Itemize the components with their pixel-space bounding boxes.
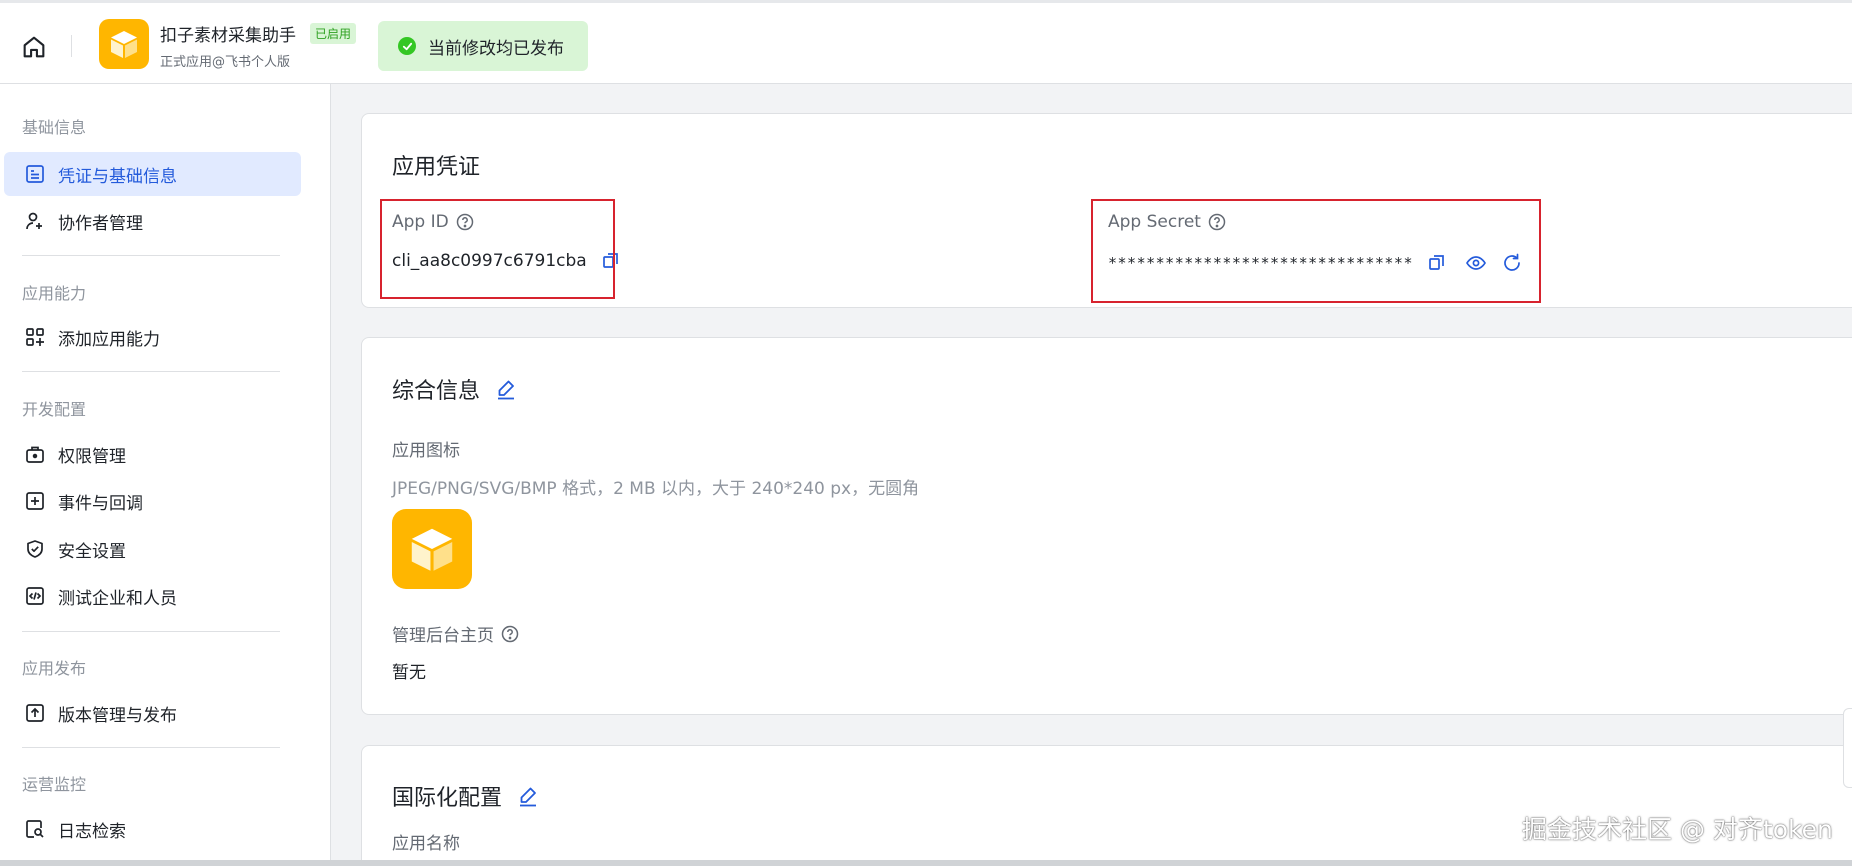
sidebar-item-logs[interactable]: 日志检索: [4, 807, 301, 851]
log-search-icon: [24, 818, 46, 840]
app-subtitle: 正式应用@飞书个人版: [160, 55, 291, 70]
top-header: 扣子素材采集助手 已启用 正式应用@飞书个人版 当前修改均已发布: [0, 0, 1852, 84]
sidebar-item-label: 权限管理: [58, 446, 126, 467]
status-badge: 已启用: [310, 23, 357, 44]
credentials-card: 应用凭证 App ID cli_aa8c0997c6791cba App Sec…: [361, 113, 1852, 308]
admin-home-label: 管理后台主页: [392, 621, 519, 646]
i18n-card: 国际化配置 应用名称: [361, 745, 1852, 866]
admin-home-value: 暂无: [392, 663, 426, 683]
watermark: 掘金技术社区 @ 对齐token: [1522, 815, 1833, 844]
side-float-handle[interactable]: [1843, 708, 1852, 788]
sidebar-item-label: 版本管理与发布: [58, 705, 177, 726]
app-logo-icon: [99, 19, 149, 69]
app-icon-hint: JPEG/PNG/SVG/BMP 格式，2 MB 以内，大于 240*240 p…: [392, 479, 920, 499]
app-name: 扣子素材采集助手: [160, 26, 296, 46]
sidebar-item-label: 凭证与基础信息: [58, 166, 177, 187]
sidebar-section-monitor: 运营监控: [22, 775, 87, 794]
sidebar-item-label: 安全设置: [58, 541, 126, 562]
sidebar-divider: [22, 747, 280, 748]
sidebar-section-capability: 应用能力: [22, 284, 87, 303]
app-icon-label: 应用图标: [392, 441, 460, 461]
sidebar-item-collaborators[interactable]: 协作者管理: [4, 199, 301, 243]
sidebar-item-label: 测试企业和人员: [58, 588, 177, 609]
sidebar-item-credentials[interactable]: 凭证与基础信息: [4, 152, 301, 196]
help-icon[interactable]: [501, 625, 519, 643]
sidebar-item-permissions[interactable]: 权限管理: [4, 432, 301, 476]
sidebar-section-dev: 开发配置: [22, 400, 87, 419]
home-icon[interactable]: [20, 33, 48, 61]
publish-status-banner: 当前修改均已发布: [378, 21, 588, 71]
sidebar-item-label: 协作者管理: [58, 213, 143, 234]
user-add-icon: [24, 210, 46, 232]
app-logo-icon: [411, 528, 453, 571]
sidebar-item-label: 事件与回调: [58, 493, 143, 514]
sidebar-item-add-capability[interactable]: 添加应用能力: [4, 315, 301, 359]
i18n-title-text: 国际化配置: [392, 786, 503, 811]
sidebar-item-events[interactable]: 事件与回调: [4, 479, 301, 523]
permission-icon: [24, 443, 46, 465]
admin-home-label-text: 管理后台主页: [392, 626, 494, 646]
sidebar-item-label: 日志检索: [58, 821, 126, 842]
sidebar: 基础信息 凭证与基础信息 协作者管理 应用能力 添加应用能力 开发配置 权限管理…: [0, 84, 331, 866]
event-icon: [24, 490, 46, 512]
general-info-card: 综合信息 应用图标 JPEG/PNG/SVG/BMP 格式，2 MB 以内，大于…: [361, 337, 1852, 715]
header-divider: [71, 35, 72, 57]
sidebar-section-basic: 基础信息: [22, 118, 87, 137]
highlight-box-app-id: [380, 199, 615, 299]
code-icon: [24, 585, 46, 607]
sidebar-item-versions[interactable]: 版本管理与发布: [4, 691, 301, 735]
apps-add-icon: [24, 326, 46, 348]
credentials-title: 应用凭证: [392, 155, 481, 180]
publish-status-text: 当前修改均已发布: [428, 38, 564, 59]
sidebar-item-label: 添加应用能力: [58, 329, 160, 350]
credential-icon: [24, 163, 46, 185]
general-info-title-text: 综合信息: [392, 379, 481, 404]
sidebar-item-test-users[interactable]: 测试企业和人员: [4, 574, 301, 618]
i18n-title: 国际化配置: [392, 780, 540, 812]
shield-icon: [24, 538, 46, 560]
sidebar-item-security[interactable]: 安全设置: [4, 527, 301, 571]
general-info-title: 综合信息: [392, 373, 518, 405]
app-name-label: 应用名称: [392, 834, 460, 854]
app-icon-preview[interactable]: [392, 509, 472, 589]
sidebar-section-publish: 应用发布: [22, 659, 87, 678]
check-circle-icon: [398, 37, 416, 55]
bottom-scrollbar[interactable]: [0, 860, 1852, 866]
upload-icon: [24, 702, 46, 724]
highlight-box-app-secret: [1091, 199, 1541, 303]
sidebar-divider: [22, 371, 280, 372]
sidebar-divider: [22, 255, 280, 256]
edit-icon[interactable]: [516, 784, 540, 808]
edit-icon[interactable]: [494, 377, 518, 401]
sidebar-divider: [22, 631, 280, 632]
